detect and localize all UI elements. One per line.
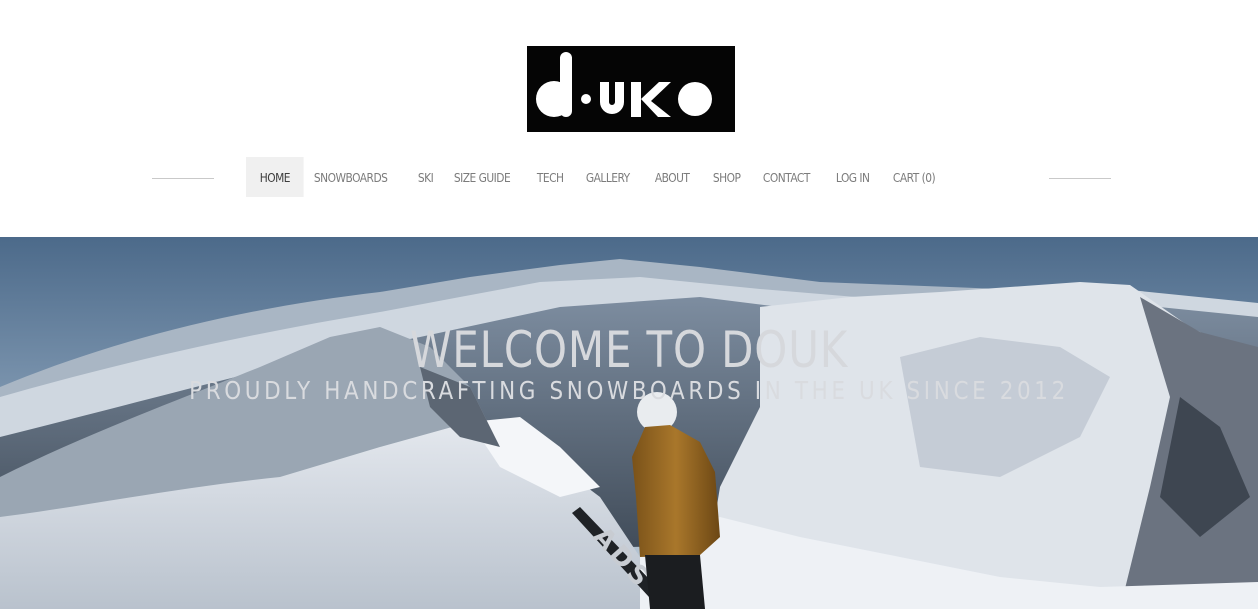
nav-item-about[interactable]: ABOUT xyxy=(642,157,702,197)
nav-divider-left xyxy=(152,178,214,179)
nav-item-contact[interactable]: CONTACT xyxy=(750,157,823,197)
nav-item-ski[interactable]: SKI xyxy=(405,157,446,197)
nav-item-log-in[interactable]: LOG IN xyxy=(823,157,882,197)
nav-item-tech[interactable]: TECH xyxy=(524,157,576,197)
site-header: HOME SNOWBOARDS SKI SIZE GUIDE TECH GALL… xyxy=(0,0,1258,237)
hero-subtitle: PROUDLY HANDCRAFTING SNOWBOARDS IN THE U… xyxy=(189,376,1069,405)
nav-item-snowboards[interactable]: SNOWBOARDS xyxy=(301,157,400,197)
hero-banner: ADS WELCOME TO DOUK PROUDLY HANDCRAFTING… xyxy=(0,237,1258,609)
douk-logo[interactable] xyxy=(527,46,735,132)
nav-item-home[interactable]: HOME xyxy=(246,157,304,197)
main-nav: HOME SNOWBOARDS SKI SIZE GUIDE TECH GALL… xyxy=(246,157,947,197)
hero-mountain-image: ADS xyxy=(0,237,1258,609)
nav-divider-right xyxy=(1049,178,1111,179)
nav-item-cart[interactable]: CART (0) xyxy=(880,157,948,197)
nav-item-gallery[interactable]: GALLERY xyxy=(573,157,643,197)
hero-title: WELCOME TO DOUK xyxy=(409,321,849,379)
nav-item-size-guide[interactable]: SIZE GUIDE xyxy=(441,157,523,197)
nav-item-shop[interactable]: SHOP xyxy=(700,157,753,197)
douk-logo-mark xyxy=(536,52,712,117)
